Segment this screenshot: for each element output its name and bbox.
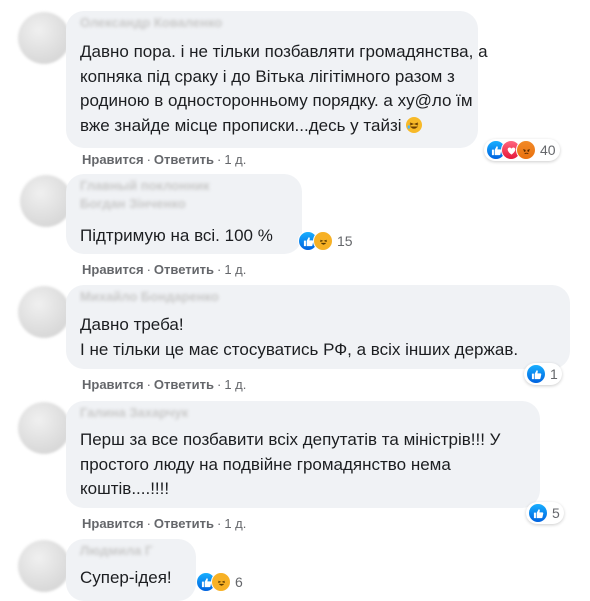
comment-author[interactable]: Михайло Бондаренко [80,289,219,304]
like-link[interactable]: Нравится [82,377,144,392]
separator: · [146,377,151,392]
comment-text: Супер-ідея! [80,568,172,587]
reaction-count: 40 [540,142,556,158]
comment-time[interactable]: 1 д. [224,377,246,392]
comment-author[interactable]: Галина Захарчук [80,405,188,420]
like-icon [526,364,546,384]
comment-bubble: Олександр Коваленко Давно пора. і не тіл… [66,11,488,148]
comment-author[interactable]: Олександр Коваленко [80,15,222,30]
comment-actions: Нравится · Ответить · 1 д. [82,377,246,392]
comment-text-line: копняка під сраку і до Вітька лігітімног… [80,66,455,86]
comment-text-line: Перш за все позбавити всіх депутатів та … [80,430,501,449]
avatar[interactable] [18,402,70,454]
comment-time[interactable]: 1 д. [224,152,246,167]
reply-link[interactable]: Ответить [154,262,214,277]
haha-icon [211,572,231,592]
angry-icon [516,140,536,160]
reply-link[interactable]: Ответить [154,516,214,531]
haha-icon [313,231,333,251]
comment-actions: Нравится · Ответить · 1 д. [82,152,246,167]
comment-time[interactable]: 1 д. [224,516,246,531]
comment-bubble: Галина Захарчук Перш за все позбавити вс… [66,401,540,508]
comment-text-line: коштів....!!!! [80,479,170,498]
comment-text-line: Давно пора. і не тільки позбавляти грома… [80,42,488,61]
like-link[interactable]: Нравится [82,516,144,531]
reply-link[interactable]: Ответить [154,152,214,167]
comment-bubble: Людмила Г Супер-ідея! [66,539,196,601]
like-link[interactable]: Нравится [82,152,144,167]
avatar[interactable] [18,540,70,592]
separator: · [216,262,222,277]
comment-text-line: Давно треба! [80,315,184,334]
comment-actions: Нравится · Ответить · 1 д. [82,262,246,277]
comment-author[interactable]: Богдан Зінченко [80,196,186,211]
comment-text-line: простого люду на подвійне громадянство н… [80,454,451,474]
reaction-count: 1 [550,366,558,382]
comment-text-line: І не тільки це має стосуватись РФ, а всі… [80,339,519,359]
comment-text-line: вже знайде місце прописки...десь у тайзі [80,114,423,139]
separator: · [146,516,151,531]
comment-actions: Нравится · Ответить · 1 д. [82,516,246,531]
comment-text: вже знайде місце прописки...десь у тайзі [80,115,402,135]
separator: · [146,262,151,277]
top-fan-badge: Главный поклонник [80,178,210,193]
laughing-emoji-icon [406,116,423,133]
separator: · [216,152,222,167]
reaction-summary[interactable]: 6 [196,571,243,593]
reaction-count: 5 [552,505,560,521]
separator: · [216,516,222,531]
comment-author[interactable]: Людмила Г [80,543,152,558]
reaction-count: 15 [337,233,353,249]
avatar[interactable] [18,286,70,338]
separator: · [216,377,222,392]
separator: · [146,152,151,167]
comment-bubble: Михайло Бондаренко Давно треба! І не тіл… [66,285,570,369]
comment-time[interactable]: 1 д. [224,262,246,277]
avatar[interactable] [18,12,70,64]
avatar[interactable] [20,175,72,227]
like-link[interactable]: Нравится [82,262,144,277]
reply-link[interactable]: Ответить [154,377,214,392]
comment-text-line: родиною в односторонньому порядку. а ху@… [80,91,473,110]
like-icon [528,503,548,523]
reaction-summary[interactable]: 15 [298,230,353,252]
comment-bubble: Главный поклонник Богдан Зінченко Підтри… [66,174,302,254]
reaction-summary[interactable]: 1 [524,363,562,385]
comment-text: Підтримую на всі. 100 % [80,226,273,245]
reaction-summary[interactable]: 40 [484,139,560,161]
reaction-summary[interactable]: 5 [526,502,564,524]
reaction-count: 6 [235,574,243,590]
